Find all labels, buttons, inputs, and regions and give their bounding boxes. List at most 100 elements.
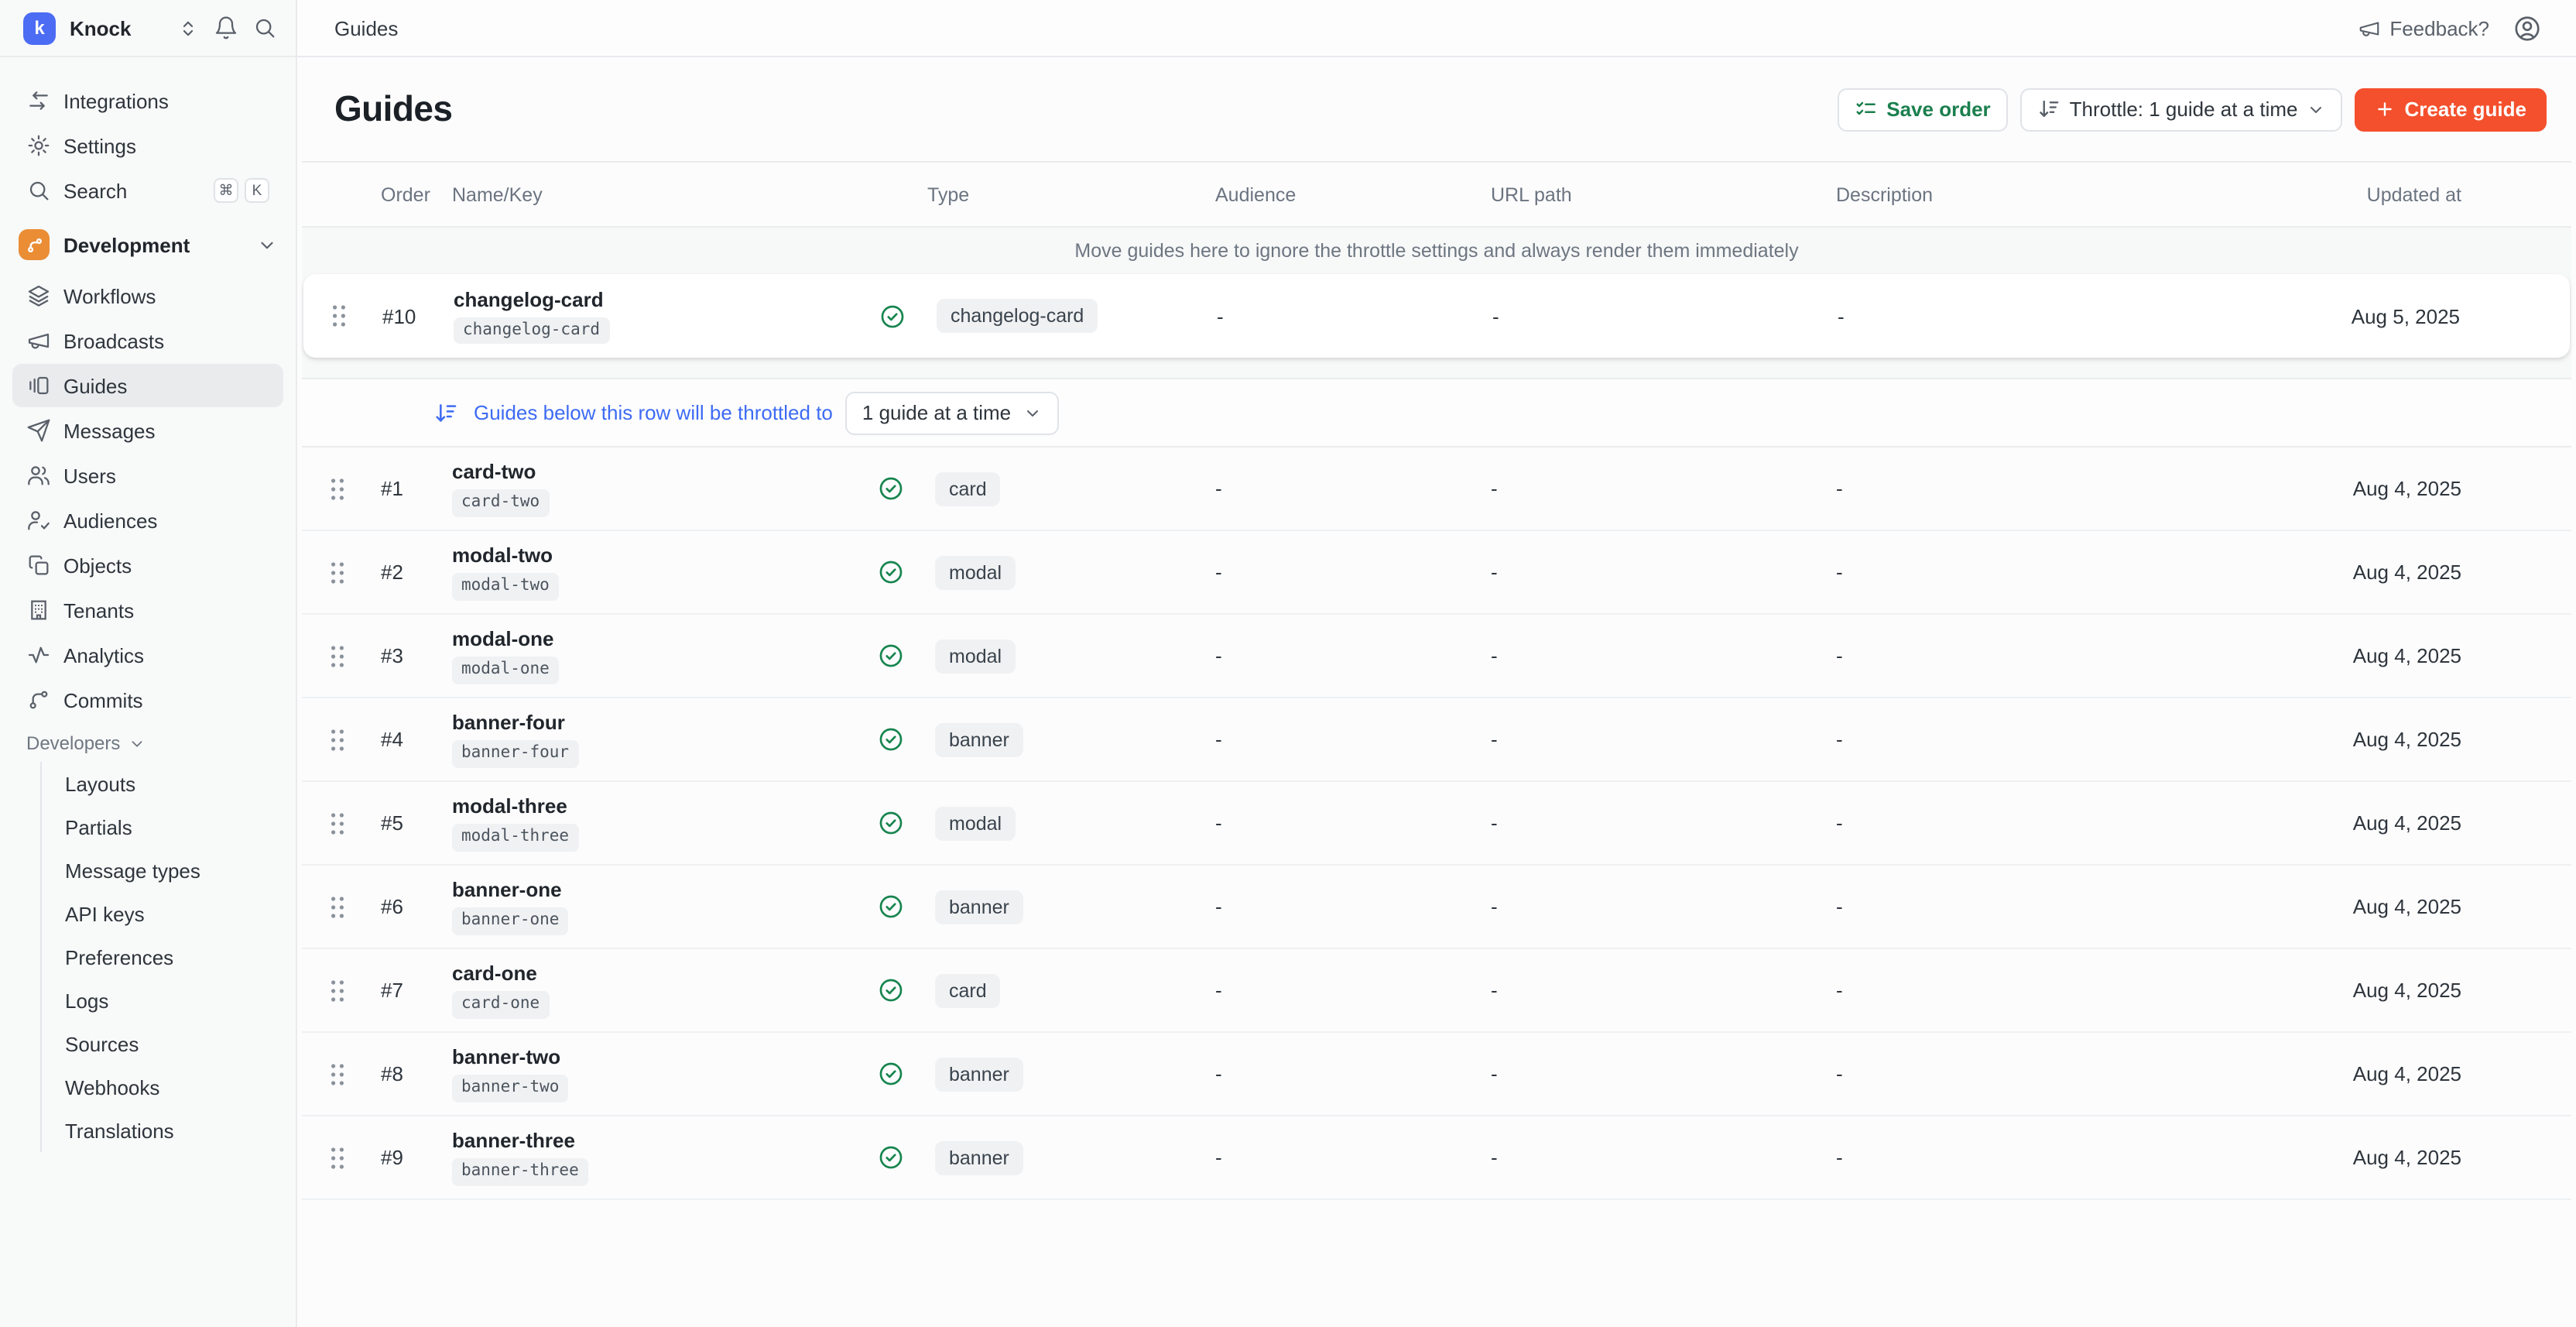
updated-at-cell: Aug 5, 2025 bbox=[2338, 304, 2570, 327]
sidebar-developer-item[interactable]: Webhooks bbox=[42, 1065, 283, 1109]
account-avatar-icon[interactable] bbox=[2513, 13, 2542, 43]
guide-row[interactable]: #8 banner-two banner-two banner bbox=[302, 1033, 2571, 1116]
sidebar-item-search[interactable]: Search ⌘ K bbox=[12, 169, 283, 212]
broadcasts-megaphone-icon bbox=[26, 328, 51, 353]
updated-at-cell: Aug 4, 2025 bbox=[2339, 811, 2571, 835]
throttle-value-label: 1 guide at a time bbox=[862, 401, 1011, 424]
sidebar-developer-item[interactable]: Logs bbox=[42, 979, 283, 1022]
guide-row[interactable]: #5 modal-three modal-three modal bbox=[302, 782, 2571, 866]
guide-key-chip: banner-one bbox=[452, 908, 568, 934]
sidebar-item-audiences[interactable]: Audiences bbox=[12, 499, 283, 542]
sidebar-item-integrations[interactable]: Integrations bbox=[12, 79, 283, 122]
throttle-value-dropdown[interactable]: 1 guide at a time bbox=[845, 391, 1059, 434]
sidebar-item-label: Translations bbox=[65, 1119, 174, 1142]
guide-row[interactable]: #9 banner-three banner-three banner bbox=[302, 1116, 2571, 1200]
guide-row[interactable]: #7 card-one card-one card - bbox=[302, 949, 2571, 1033]
type-chip: banner bbox=[935, 722, 1023, 756]
type-chip: banner bbox=[935, 1057, 1023, 1091]
create-guide-button[interactable]: Create guide bbox=[2355, 87, 2547, 131]
drag-handle-icon[interactable] bbox=[302, 476, 367, 501]
guide-name: banner-four bbox=[452, 712, 565, 735]
type-chip: modal bbox=[935, 639, 1016, 673]
dropzone-hint: Move guides here to ignore the throttle … bbox=[303, 228, 2570, 274]
audience-cell: - bbox=[1212, 895, 1488, 918]
sidebar-item-label: Layouts bbox=[65, 772, 135, 795]
drag-handle-icon[interactable] bbox=[302, 643, 367, 668]
drag-handle-icon[interactable] bbox=[302, 894, 367, 919]
workspace-switcher-icon[interactable] bbox=[176, 16, 200, 39]
sidebar-item-workflows[interactable]: Workflows bbox=[12, 274, 283, 317]
feedback-button[interactable]: Feedback? bbox=[2357, 16, 2489, 39]
search-shortcut-cmd-key: ⌘ bbox=[214, 178, 238, 203]
sidebar-item-messages[interactable]: Messages bbox=[12, 409, 283, 452]
guide-key-chip: modal-three bbox=[452, 825, 578, 851]
audience-cell: - bbox=[1212, 728, 1488, 751]
type-chip: modal bbox=[935, 555, 1016, 589]
developers-section-label: Developers bbox=[26, 732, 120, 754]
sidebar-developer-item[interactable]: Layouts bbox=[42, 762, 283, 805]
sidebar-developer-item[interactable]: Preferences bbox=[42, 935, 283, 979]
audience-cell: - bbox=[1212, 644, 1488, 667]
order-cell: #4 bbox=[367, 728, 444, 751]
column-header-description: Description bbox=[1833, 183, 2339, 205]
guide-row-pinned[interactable]: #10 changelog-card changelog-card change… bbox=[303, 274, 2570, 358]
sidebar-developer-item[interactable]: API keys bbox=[42, 892, 283, 935]
sidebar-item-broadcasts[interactable]: Broadcasts bbox=[12, 319, 283, 362]
drag-handle-icon[interactable] bbox=[302, 727, 367, 752]
sidebar-item-commits[interactable]: Commits bbox=[12, 678, 283, 722]
guide-row[interactable]: #6 banner-one banner-one banner bbox=[302, 866, 2571, 949]
updated-at-cell: Aug 4, 2025 bbox=[2339, 477, 2571, 500]
drag-handle-icon[interactable] bbox=[302, 1145, 367, 1170]
sidebar-item-label: Audiences bbox=[63, 509, 157, 532]
throttle-divider-label[interactable]: Guides below this row will be throttled … bbox=[474, 401, 833, 424]
guide-key-chip: banner-two bbox=[452, 1075, 568, 1102]
sidebar-item-label: Preferences bbox=[65, 945, 173, 969]
guide-row[interactable]: #2 modal-two modal-two modal bbox=[302, 531, 2571, 615]
drag-handle-icon[interactable] bbox=[303, 303, 368, 328]
sidebar-item-label: Partials bbox=[65, 815, 132, 838]
sidebar-item-users[interactable]: Users bbox=[12, 454, 283, 497]
environment-switcher[interactable]: Development bbox=[12, 221, 283, 268]
guide-row[interactable]: #4 banner-four banner-four banner bbox=[302, 698, 2571, 782]
sidebar-section-developers[interactable]: Developers bbox=[26, 728, 283, 759]
updated-at-cell: Aug 4, 2025 bbox=[2339, 979, 2571, 1002]
sidebar-item-analytics[interactable]: Analytics bbox=[12, 633, 283, 677]
sidebar-item-label: Broadcasts bbox=[63, 329, 164, 352]
sidebar-item-guides[interactable]: Guides bbox=[12, 364, 283, 407]
drag-handle-icon[interactable] bbox=[302, 1061, 367, 1086]
sidebar-item-label: Search bbox=[63, 179, 127, 202]
search-icon[interactable] bbox=[252, 15, 277, 40]
url-path-cell: - bbox=[1488, 979, 1833, 1002]
audience-cell: - bbox=[1212, 1146, 1488, 1169]
sidebar-developer-item[interactable]: Translations bbox=[42, 1109, 283, 1152]
sidebar-item-settings[interactable]: Settings bbox=[12, 124, 283, 167]
sidebar-developer-item[interactable]: Message types bbox=[42, 849, 283, 892]
sidebar-item-label: Message types bbox=[65, 859, 200, 882]
sidebar-item-label: Integrations bbox=[63, 89, 169, 112]
drag-handle-icon[interactable] bbox=[302, 560, 367, 585]
guide-name: modal-one bbox=[452, 628, 553, 651]
column-header-type: Type bbox=[878, 183, 1212, 205]
drag-handle-icon[interactable] bbox=[302, 978, 367, 1003]
create-guide-label: Create guide bbox=[2405, 98, 2527, 121]
sidebar-developer-item[interactable]: Partials bbox=[42, 805, 283, 849]
save-order-button[interactable]: Save order bbox=[1837, 87, 2007, 131]
app-window: k Knock Guides F bbox=[0, 0, 2576, 1327]
drag-handle-icon[interactable] bbox=[302, 811, 367, 835]
notifications-bell-icon[interactable] bbox=[214, 15, 238, 40]
guide-name: modal-two bbox=[452, 544, 553, 567]
sidebar-item-objects[interactable]: Objects bbox=[12, 543, 283, 587]
sidebar-item-tenants[interactable]: Tenants bbox=[12, 588, 283, 632]
guide-name: banner-two bbox=[452, 1046, 560, 1069]
guide-row[interactable]: #3 modal-one modal-one modal bbox=[302, 615, 2571, 698]
search-shortcut-k-key: K bbox=[245, 178, 269, 203]
sidebar-item-label: API keys bbox=[65, 902, 145, 925]
guide-name: modal-three bbox=[452, 795, 567, 818]
page-title: Guides bbox=[334, 88, 452, 130]
description-cell: - bbox=[1833, 561, 2339, 584]
guide-row[interactable]: #1 card-two card-two card - bbox=[302, 447, 2571, 531]
status-check-icon bbox=[878, 475, 904, 502]
sidebar-item-label: Tenants bbox=[63, 598, 134, 622]
sidebar-developer-item[interactable]: Sources bbox=[42, 1022, 283, 1065]
throttle-dropdown-button[interactable]: Throttle: 1 guide at a time bbox=[2020, 87, 2343, 131]
